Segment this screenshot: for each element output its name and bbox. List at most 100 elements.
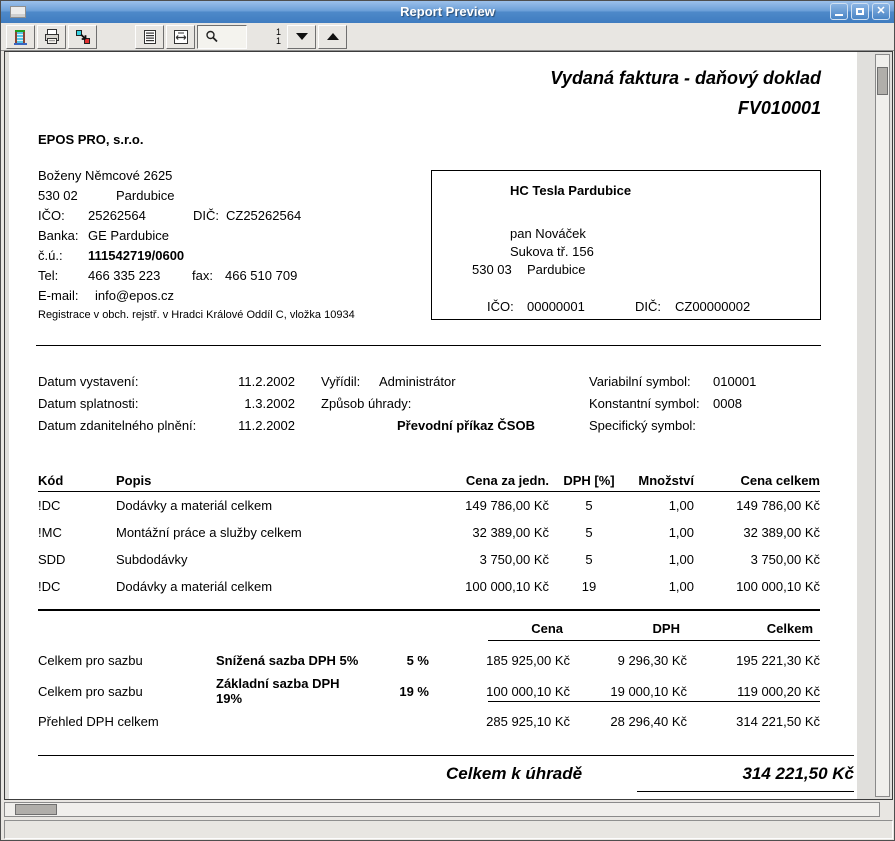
col-header: DPH [%] <box>549 473 629 488</box>
item-total: 32 389,00 Kč <box>694 525 820 540</box>
minimize-icon <box>835 14 843 16</box>
item-vat: 5 <box>549 498 629 513</box>
exit-button[interactable] <box>6 25 35 49</box>
horizontal-scrollbar-thumb[interactable] <box>15 804 57 815</box>
bank-label: Banka: <box>38 228 88 243</box>
horizontal-scrollbar[interactable] <box>4 802 880 817</box>
item-total: 149 786,00 Kč <box>694 498 820 513</box>
account-number: 111542719/0600 <box>88 248 184 263</box>
customer-city: Pardubice <box>527 262 586 277</box>
fit-width-button[interactable] <box>166 25 195 49</box>
item-code: !DC <box>38 498 116 513</box>
date-label: Datum splatnosti: <box>38 396 210 411</box>
vertical-scrollbar-thumb[interactable] <box>877 67 888 95</box>
symbol-label: Specifický symbol: <box>589 418 713 433</box>
grand-total-underline <box>637 791 854 792</box>
supplier-email-line: E-mail: info@epos.cz <box>38 285 355 305</box>
col-header: Množství <box>629 473 694 488</box>
item-code: !DC <box>38 579 116 594</box>
item-description: Subdodávky <box>116 552 396 567</box>
vertical-scrollbar[interactable] <box>875 54 890 797</box>
fax-label: fax: <box>192 268 225 283</box>
symbol-value: 0008 <box>713 396 742 411</box>
maximize-icon <box>856 8 864 15</box>
prev-page-button[interactable] <box>318 25 347 49</box>
items-table: Kód Popis Cena za jedn. DPH [%] Množství… <box>38 470 820 611</box>
item-unit-price: 100 000,10 Kč <box>396 579 549 594</box>
fax-number: 466 510 709 <box>225 268 297 283</box>
supplier-street: Boženy Němcové 2625 <box>38 165 355 185</box>
item-description: Montážní práce a služby celkem <box>116 525 396 540</box>
down-arrow-icon <box>296 33 308 40</box>
supplier-bank-line: Banka: GE Pardubice <box>38 225 355 245</box>
vat-summary-total: 314 221,50 Kč <box>687 714 820 729</box>
item-description: Dodávky a materiál celkem <box>116 579 396 594</box>
item-vat: 5 <box>549 552 629 567</box>
customer-name: HC Tesla Pardubice <box>510 183 631 198</box>
customer-ico: 00000001 <box>527 299 635 314</box>
account-label: č.ú.: <box>38 248 88 263</box>
item-row: !DC Dodávky a materiál celkem 149 786,00… <box>38 492 820 519</box>
supplier-city: Pardubice <box>116 188 175 203</box>
page-total: 1 <box>257 37 281 46</box>
titlebar[interactable]: Report Preview ✕ <box>1 1 894 23</box>
next-page-button[interactable] <box>287 25 316 49</box>
payment-method: Převodní příkaz ČSOB <box>397 418 535 433</box>
fit-page-button[interactable] <box>135 25 164 49</box>
window-title: Report Preview <box>1 4 894 19</box>
page-indicator: 1 1 <box>257 28 281 46</box>
date-label: Datum vystavení: <box>38 374 210 389</box>
vat-col-header: Cena <box>429 621 570 636</box>
supplier-city-line: 530 02 Pardubice <box>38 185 355 205</box>
page-preview-icon <box>141 28 159 46</box>
col-header: Popis <box>116 473 396 488</box>
item-vat: 5 <box>549 525 629 540</box>
zoom-button[interactable] <box>197 25 247 49</box>
magnifier-icon <box>204 29 220 45</box>
vat-total: 195 221,30 Kč <box>687 653 820 668</box>
vat-col-header: DPH <box>570 621 687 636</box>
print-button[interactable] <box>37 25 66 49</box>
vat-summary-header: Cena DPH Celkem <box>38 616 820 640</box>
toolbar: 1 1 <box>1 23 894 51</box>
supplier-phone-line: Tel: 466 335 223 fax: 466 510 709 <box>38 265 355 285</box>
close-icon: ✕ <box>876 6 885 17</box>
issuer-value: Administrátor <box>379 374 456 389</box>
supplier-account-line: č.ú.: 111542719/0600 <box>38 245 355 265</box>
vat-rate-name: Snížená sazba DPH 5% <box>216 653 364 668</box>
item-row: SDD Subdodávky 3 750,00 Kč 5 1,00 3 750,… <box>38 546 820 573</box>
vat-rate-row: Celkem pro sazbu Snížená sazba DPH 5% 5 … <box>38 648 820 672</box>
items-header-row: Kód Popis Cena za jedn. DPH [%] Množství… <box>38 470 820 492</box>
vat-rate-row: Celkem pro sazbu Základní sazba DPH 19% … <box>38 676 820 700</box>
divider <box>488 701 820 702</box>
vat-col-header: Celkem <box>687 621 820 636</box>
vat-row-label: Celkem pro sazbu <box>38 653 216 668</box>
maximize-button[interactable] <box>851 3 869 20</box>
date-value: 11.2.2002 <box>210 418 295 433</box>
door-exit-icon <box>12 28 30 46</box>
close-button[interactable]: ✕ <box>872 3 890 20</box>
preview-viewport: Vydaná faktura - daňový doklad FV010001 … <box>4 51 893 800</box>
export-button[interactable] <box>68 25 97 49</box>
item-total: 3 750,00 Kč <box>694 552 820 567</box>
minimize-button[interactable] <box>830 3 848 20</box>
vat-rate: 5 % <box>364 653 429 668</box>
customer-contact: pan Nováček <box>510 226 586 241</box>
document-title: Vydaná faktura - daňový doklad <box>550 68 821 89</box>
customer-city-line: 530 03Pardubice <box>472 262 586 277</box>
item-row: !DC Dodávky a materiál celkem 100 000,10… <box>38 573 820 600</box>
symbol-label: Konstantní symbol: <box>589 396 713 411</box>
vat-summary-total-row: Přehled DPH celkem 285 925,10 Kč 28 296,… <box>38 709 820 733</box>
vat-base: 185 925,00 Kč <box>429 653 570 668</box>
bank-name: GE Pardubice <box>88 228 169 243</box>
item-total: 100 000,10 Kč <box>694 579 820 594</box>
item-unit-price: 149 786,00 Kč <box>396 498 549 513</box>
email-value: info@epos.cz <box>95 288 174 303</box>
issuer-row: Vyřídil: Administrátor <box>321 370 535 392</box>
report-preview-window: Report Preview ✕ 1 1 <box>0 0 895 841</box>
item-qty: 1,00 <box>629 525 694 540</box>
symbol-row: Konstantní symbol: 0008 <box>589 392 756 414</box>
item-qty: 1,00 <box>629 552 694 567</box>
date-row: Datum vystavení: 11.2.2002 <box>38 370 295 392</box>
supplier-ico-label: IČO: <box>38 208 88 223</box>
